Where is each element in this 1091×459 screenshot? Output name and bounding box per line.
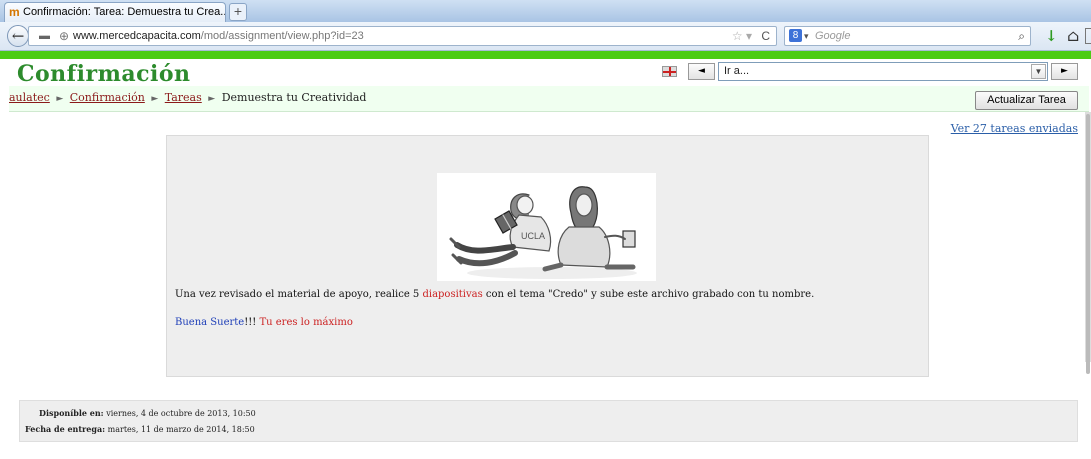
tab-title: Confirmación: Tarea: Demuestra tu Crea..…	[23, 6, 226, 18]
search-box[interactable]: 8 ▾ Google ⌕	[784, 26, 1031, 46]
due-date-label: Fecha de entrega:	[25, 424, 106, 434]
language-flag-icon[interactable]	[662, 66, 677, 77]
instructions-text-start: Una vez revisado el material de apoyo, r…	[175, 289, 423, 300]
globe-icon: ⊕	[59, 29, 70, 43]
update-assignment-button[interactable]: Actualizar Tarea	[975, 91, 1078, 110]
browser-tab[interactable]: m Confirmación: Tarea: Demuestra tu Crea.…	[4, 2, 226, 22]
download-icon[interactable]: ↓	[1045, 27, 1058, 45]
breadcrumb-current: Demuestra tu Creatividad	[221, 91, 367, 104]
previous-activity-button[interactable]: ◄	[688, 63, 715, 80]
new-tab-button[interactable]: +	[229, 3, 247, 21]
search-placeholder: Google	[815, 30, 851, 42]
encouragement-text: Tu eres lo máximo	[259, 317, 353, 328]
breadcrumb-link-confirmacion[interactable]: Confirmación	[70, 91, 145, 104]
assignment-instructions: Una vez revisado el material de apoyo, r…	[175, 289, 814, 300]
jump-to-select[interactable]: Ir a... ▼	[718, 62, 1048, 81]
good-luck-text: Buena Suerte	[175, 317, 245, 328]
good-luck-exclamation: !!!	[244, 317, 260, 328]
due-date: Fecha de entrega: martes, 11 de marzo de…	[25, 424, 255, 434]
available-date-value: viernes, 4 de octubre de 2013, 10:50	[106, 409, 256, 418]
scrollbar-thumb[interactable]	[1086, 114, 1090, 374]
due-date-value: martes, 11 de marzo de 2014, 18:50	[107, 425, 255, 434]
home-icon[interactable]: ⌂	[1067, 26, 1079, 45]
breadcrumb-separator-icon: ►	[151, 94, 159, 104]
view-submissions-link[interactable]: Ver 27 tareas enviadas	[951, 122, 1078, 135]
breadcrumb: aulatec ► Confirmación ► Tareas ► Demues…	[9, 91, 366, 104]
instructions-highlight: diapositivas	[422, 289, 483, 300]
back-arrow-icon[interactable]: ←	[7, 25, 29, 47]
breadcrumb-link-aulatec[interactable]: aulatec	[9, 91, 50, 104]
instructions-text-end: con el tema "Credo" y sube este archivo …	[482, 289, 815, 300]
svg-text:UCLA: UCLA	[521, 231, 545, 241]
moodle-favicon-icon: m	[9, 5, 20, 19]
page-title: Confirmación	[17, 61, 191, 87]
next-activity-button[interactable]: ►	[1051, 63, 1078, 80]
search-icon[interactable]: ⌕	[1018, 27, 1025, 45]
google-logo-icon[interactable]: 8	[789, 29, 802, 42]
browser-nav-bar: ← ▬ ⊕ www.mercedcapacita.com/mod/assignm…	[0, 22, 1091, 51]
browser-tab-bar: m Confirmación: Tarea: Demuestra tu Crea.…	[0, 0, 1091, 23]
breadcrumb-separator-icon: ►	[56, 94, 64, 104]
breadcrumb-link-tareas[interactable]: Tareas	[165, 91, 202, 104]
good-luck-message: Buena Suerte!!! Tu eres lo máximo	[175, 317, 353, 328]
reading-people-sketch-icon: UCLA	[449, 186, 637, 279]
available-date-label: Disponíble en:	[39, 408, 104, 418]
breadcrumb-separator-icon: ►	[208, 94, 216, 104]
reload-icon[interactable]: C	[761, 27, 770, 45]
bookmark-star-icon[interactable]: ☆ ▾	[732, 27, 752, 45]
url-text: www.mercedcapacita.com/mod/assignment/vi…	[73, 27, 364, 45]
accent-bar	[0, 51, 1091, 59]
url-path: /mod/assignment/view.php?id=23	[200, 30, 364, 42]
address-bar[interactable]: ▬ ⊕ www.mercedcapacita.com/mod/assignmen…	[28, 26, 777, 46]
assignment-illustration: UCLA	[437, 173, 656, 281]
jump-to-value: Ir a...	[724, 65, 750, 77]
chevron-down-icon[interactable]: ▼	[1031, 64, 1046, 79]
url-host: www.mercedcapacita.com	[73, 30, 201, 42]
site-identity-icon[interactable]: ▬	[39, 27, 50, 45]
toolbar-overflow-icon[interactable]	[1085, 28, 1091, 44]
assignment-dates-box	[19, 400, 1078, 442]
search-engine-dropdown-icon[interactable]: ▾	[804, 27, 809, 45]
available-date: Disponíble en: viernes, 4 de octubre de …	[39, 408, 256, 418]
